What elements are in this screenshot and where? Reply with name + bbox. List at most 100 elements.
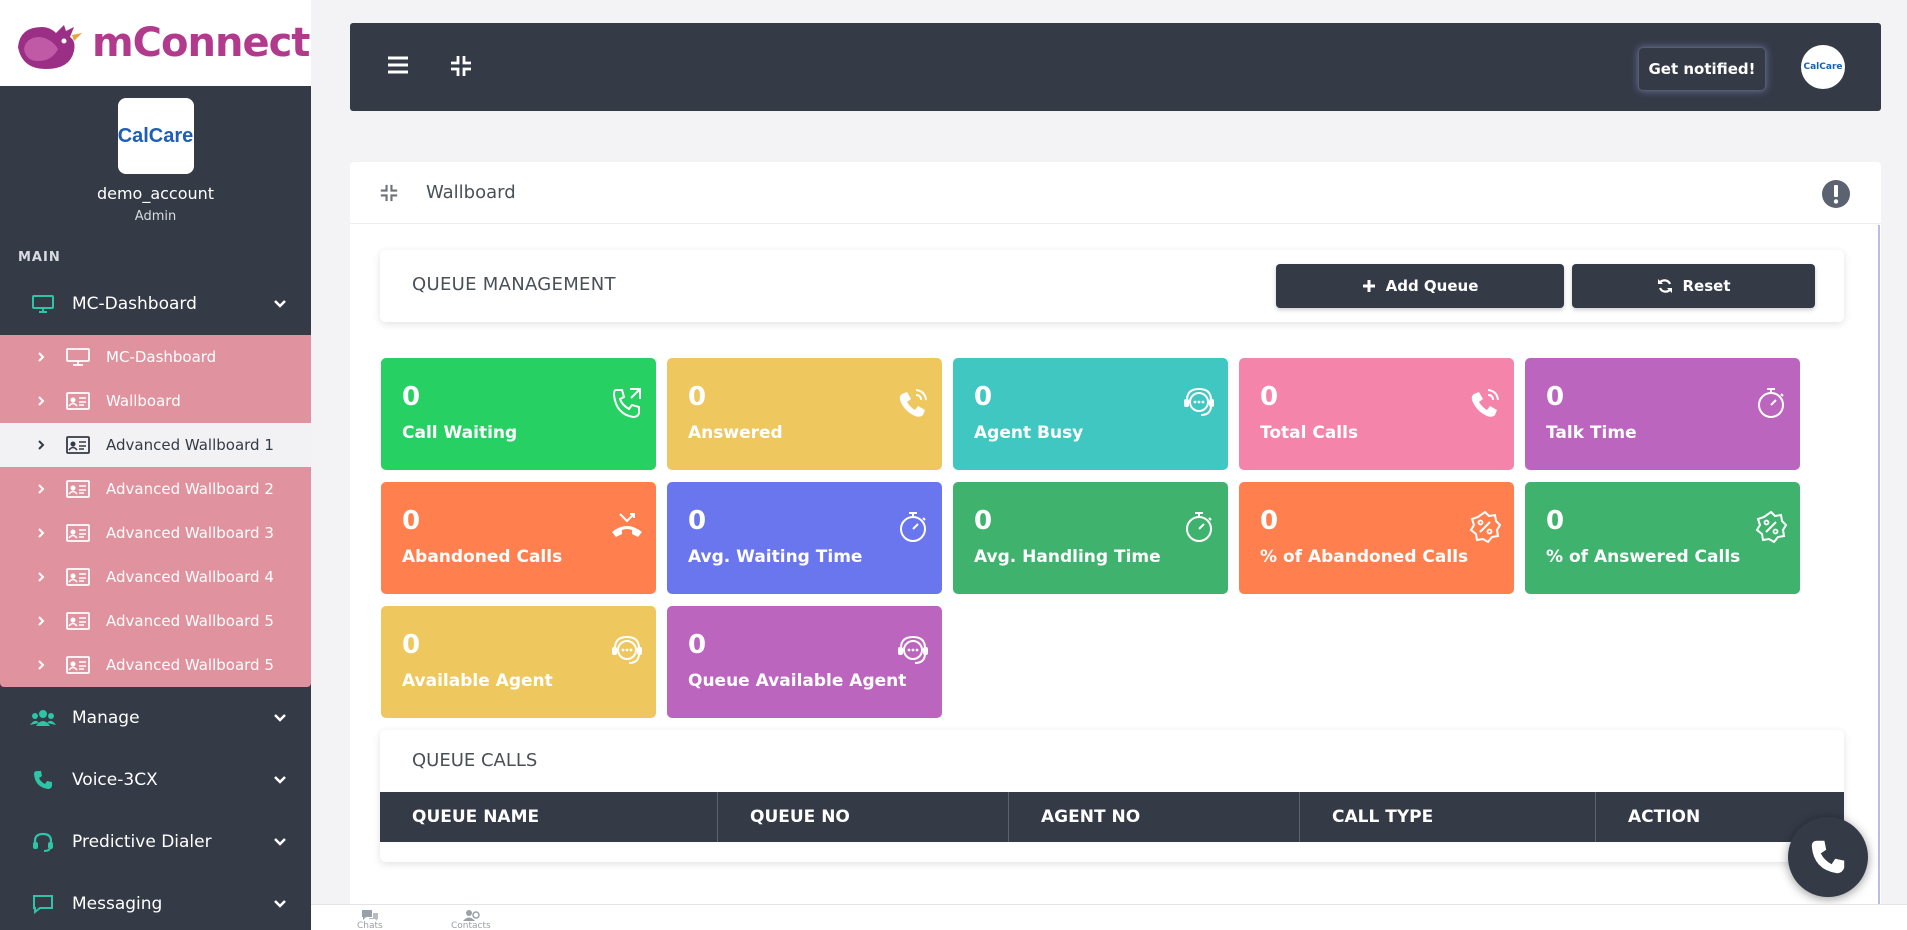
tile-value: 0 — [974, 382, 993, 412]
profile-role: Admin — [134, 209, 177, 224]
sidebar-item-advanced-wallboard-3[interactable]: Advanced Wallboard 3 — [0, 511, 311, 555]
phone-hangup-icon — [612, 513, 642, 537]
profile-block: CalCare demo_account Admin — [0, 86, 311, 224]
sidebar-item-advanced-wallboard-5-alt[interactable]: Advanced Wallboard 5 — [0, 643, 311, 687]
column-header-call-type[interactable]: CALL TYPE — [1300, 792, 1596, 842]
tile-abandoned-calls: 0 Abandoned Calls — [381, 482, 656, 594]
sidebar-item-advanced-wallboard-1[interactable]: Advanced Wallboard 1 — [0, 423, 311, 467]
phone-ringing-icon — [899, 389, 927, 417]
sidebar-group-predictive-dialer[interactable]: Predictive Dialer — [0, 811, 311, 873]
chevron-down-icon — [274, 300, 286, 308]
sidebar-group-label: MC-Dashboard — [72, 294, 197, 314]
refresh-icon — [1657, 279, 1672, 293]
tile-label: Answered — [688, 423, 783, 443]
user-avatar[interactable]: CalCare — [1801, 45, 1845, 89]
chevron-down-icon — [274, 900, 286, 908]
users-icon — [30, 708, 56, 728]
contacts-icon — [462, 910, 480, 921]
reset-label: Reset — [1682, 277, 1731, 295]
tile-label: Avg. Handling Time — [974, 547, 1161, 567]
sidebar-item-label: Advanced Wallboard 1 — [106, 436, 274, 454]
sidebar-group-label: Voice-3CX — [72, 770, 158, 790]
topbar: Get notified! CalCare — [350, 23, 1881, 111]
sidebar: mConnect CalCare demo_account Admin MAIN… — [0, 0, 311, 930]
sidebar-item-label: Advanced Wallboard 2 — [106, 480, 274, 498]
monitor-icon — [30, 294, 56, 314]
tile-label: Agent Busy — [974, 423, 1084, 443]
sidebar-item-label: Advanced Wallboard 5 — [106, 656, 274, 674]
tile-avg-waiting-time: 0 Avg. Waiting Time — [667, 482, 942, 594]
tile-label: % of Answered Calls — [1546, 547, 1741, 567]
chevron-right-icon — [38, 352, 45, 362]
percent-badge-icon — [1469, 510, 1502, 544]
headset-icon — [1184, 387, 1214, 416]
sidebar-group-voice-3cx[interactable]: Voice-3CX — [0, 749, 311, 811]
compress-icon[interactable] — [450, 55, 472, 77]
chevron-down-icon — [274, 838, 286, 846]
tile-label: Queue Available Agent — [688, 671, 907, 691]
queue-management-panel: QUEUE MANAGEMENT Add Queue Reset — [380, 250, 1844, 322]
id-card-icon — [66, 568, 90, 586]
sidebar-item-mc-dashboard[interactable]: MC-Dashboard — [0, 335, 311, 379]
sidebar-item-wallboard[interactable]: Wallboard — [0, 379, 311, 423]
phone-icon — [1811, 840, 1845, 874]
tile-avg-handling-time: 0 Avg. Handling Time — [953, 482, 1228, 594]
brand-name: mConnect — [92, 20, 310, 66]
hamburger-menu-icon[interactable] — [387, 55, 409, 75]
sidebar-group-mc-dashboard[interactable]: MC-Dashboard — [0, 273, 311, 335]
tile-value: 0 — [974, 506, 993, 536]
chat-bubbles-icon — [361, 910, 378, 921]
tile-value: 0 — [1260, 382, 1279, 412]
column-header-agent-no[interactable]: AGENT NO — [1009, 792, 1300, 842]
tile-available-agent: 0 Available Agent — [381, 606, 656, 718]
add-queue-button[interactable]: Add Queue — [1276, 264, 1564, 308]
headset-icon — [30, 832, 56, 852]
chevron-right-icon — [38, 572, 45, 582]
headset-icon — [898, 635, 928, 664]
sidebar-item-advanced-wallboard-4[interactable]: Advanced Wallboard 4 — [0, 555, 311, 599]
id-card-icon — [66, 656, 90, 674]
tile-label: Avg. Waiting Time — [688, 547, 863, 567]
phone-icon — [30, 770, 56, 790]
percent-badge-icon — [1755, 510, 1788, 544]
queue-calls-panel: QUEUE CALLS QUEUE NAME QUEUE NO AGENT NO… — [380, 730, 1844, 862]
compress-icon[interactable] — [380, 184, 398, 202]
sidebar-item-advanced-wallboard-2[interactable]: Advanced Wallboard 2 — [0, 467, 311, 511]
column-header-queue-name[interactable]: QUEUE NAME — [380, 792, 718, 842]
brand-logo[interactable]: mConnect — [0, 0, 311, 86]
chevron-right-icon — [38, 528, 45, 538]
get-notified-button[interactable]: Get notified! — [1638, 47, 1766, 91]
reset-button[interactable]: Reset — [1572, 264, 1815, 308]
alert-info-icon[interactable] — [1821, 179, 1851, 209]
sidebar-group-messaging[interactable]: Messaging — [0, 873, 311, 930]
stopwatch-icon — [900, 512, 926, 542]
chevron-down-icon — [274, 776, 286, 784]
bird-logo-icon — [18, 25, 82, 69]
queue-management-title: QUEUE MANAGEMENT — [412, 274, 616, 295]
phone-dialer-button[interactable] — [1788, 817, 1868, 897]
tile-total-calls: 0 Total Calls — [1239, 358, 1514, 470]
chevron-right-icon — [38, 660, 45, 670]
phone-ringing-icon — [1471, 389, 1499, 417]
sidebar-item-label: Wallboard — [106, 392, 181, 410]
card-title: Wallboard — [426, 182, 516, 203]
tile-label: Talk Time — [1546, 423, 1637, 443]
tile-value: 0 — [402, 382, 421, 412]
tile-label: Total Calls — [1260, 423, 1359, 443]
scroll-indicator[interactable] — [1878, 225, 1880, 930]
bottom-tab-chats[interactable]: Chats — [357, 909, 383, 930]
sidebar-item-advanced-wallboard-5[interactable]: Advanced Wallboard 5 — [0, 599, 311, 643]
sidebar-item-label: Advanced Wallboard 4 — [106, 568, 274, 586]
monitor-icon — [66, 348, 90, 366]
id-card-icon — [66, 524, 90, 542]
sidebar-item-label: MC-Dashboard — [106, 348, 217, 366]
tile-call-waiting: 0 Call Waiting — [381, 358, 656, 470]
tile-value: 0 — [402, 506, 421, 536]
sidebar-group-manage[interactable]: Manage — [0, 687, 311, 749]
bottom-tab-label: Contacts — [451, 921, 491, 930]
id-card-icon — [66, 612, 90, 630]
phone-forward-icon — [612, 388, 641, 419]
bottom-tab-contacts[interactable]: Contacts — [451, 909, 491, 930]
column-header-queue-no[interactable]: QUEUE NO — [718, 792, 1009, 842]
plus-icon — [1362, 280, 1375, 292]
